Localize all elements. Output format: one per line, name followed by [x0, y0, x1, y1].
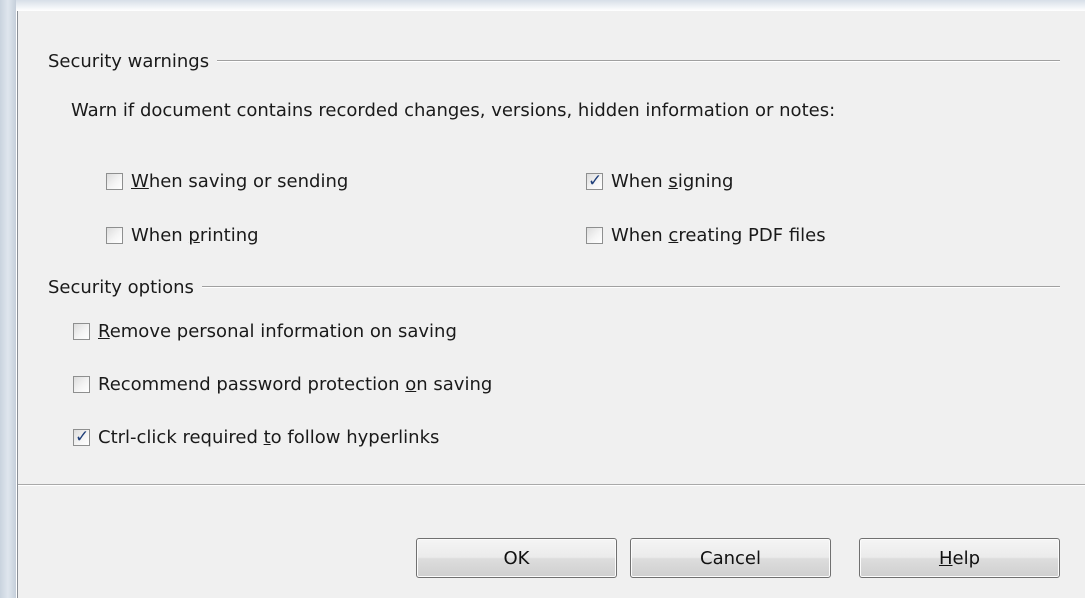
label-text: igning: [677, 170, 734, 192]
remove-personal-information-checkbox[interactable]: ✓ Remove personal information on saving: [73, 318, 457, 344]
ctrl-click-hyperlinks-checkbox[interactable]: ✓ Ctrl-click required to follow hyperlin…: [73, 424, 439, 450]
mnemonic-letter: R: [98, 320, 110, 342]
label-text: rinting: [199, 224, 259, 246]
checkbox-box[interactable]: ✓: [586, 226, 603, 244]
help-button-label: Help: [939, 548, 980, 569]
label-text: When: [131, 224, 189, 246]
when-creating-pdf-files-checkbox[interactable]: ✓ When creating PDF files: [586, 222, 826, 248]
help-button[interactable]: Help: [859, 538, 1060, 578]
window-frame-left: [0, 0, 16, 598]
checkmark-icon: ✓: [75, 426, 90, 447]
ctrl-click-hyperlinks-label: Ctrl-click required to follow hyperlinks: [98, 427, 439, 448]
label-text: o follow hyperlinks: [270, 426, 440, 448]
checkbox-box[interactable]: ✓: [106, 226, 123, 244]
mnemonic-letter: t: [263, 426, 271, 448]
checkmark-icon: ✓: [588, 170, 603, 191]
mnemonic-letter: o: [405, 373, 417, 395]
label-text: When: [611, 224, 669, 246]
when-printing-label: When printing: [131, 225, 259, 246]
when-signing-label: When signing: [611, 171, 733, 192]
security-warnings-header: Security warnings: [48, 49, 1060, 73]
checkbox-box[interactable]: ✓: [586, 170, 603, 191]
checkbox-box[interactable]: ✓: [73, 375, 90, 393]
checkbox-box[interactable]: ✓: [73, 426, 90, 447]
cancel-button[interactable]: Cancel: [630, 538, 831, 578]
cancel-button-label: Cancel: [700, 547, 761, 569]
label-text: hen saving or sending: [148, 170, 349, 192]
section-divider: [217, 60, 1060, 62]
mnemonic-letter: p: [188, 224, 200, 246]
security-options-header: Security options: [48, 275, 1060, 299]
section-divider: [201, 286, 1060, 288]
ok-button[interactable]: OK: [416, 538, 617, 578]
when-signing-checkbox[interactable]: ✓ When signing: [586, 168, 733, 194]
label-text: elp: [952, 547, 981, 569]
security-options-dialog: Security warnings Warn if document conta…: [17, 11, 1085, 598]
mnemonic-letter: H: [938, 547, 953, 569]
label-text: reating PDF files: [678, 224, 826, 246]
when-printing-checkbox[interactable]: ✓ When printing: [106, 222, 259, 248]
label-text: Ctrl-click required: [98, 426, 264, 448]
button-bar: OK Cancel Help: [18, 486, 1085, 598]
mnemonic-letter: c: [668, 224, 679, 246]
when-creating-pdf-files-label: When creating PDF files: [611, 225, 826, 246]
recommend-password-protection-checkbox[interactable]: ✓ Recommend password protection on savin…: [73, 371, 492, 397]
checkbox-box[interactable]: ✓: [106, 172, 123, 190]
security-warnings-title: Security warnings: [48, 50, 210, 72]
dialog-content: Security warnings Warn if document conta…: [18, 11, 1085, 484]
label-text: Recommend password protection: [98, 373, 406, 395]
ok-button-label: OK: [503, 547, 530, 569]
warn-description: Warn if document contains recorded chang…: [71, 100, 836, 121]
checkbox-box[interactable]: ✓: [73, 322, 90, 340]
label-text: emove personal information on saving: [109, 320, 457, 342]
window-frame-top: [16, 0, 1085, 11]
security-options-title: Security options: [48, 276, 194, 298]
when-saving-or-sending-checkbox[interactable]: ✓ When saving or sending: [106, 168, 348, 194]
when-saving-or-sending-label: When saving or sending: [131, 171, 348, 192]
mnemonic-letter: s: [668, 170, 678, 192]
mnemonic-letter: W: [131, 170, 149, 192]
recommend-password-protection-label: Recommend password protection on saving: [98, 374, 492, 395]
remove-personal-information-label: Remove personal information on saving: [98, 321, 457, 342]
label-text: When: [611, 170, 669, 192]
label-text: n saving: [416, 373, 493, 395]
